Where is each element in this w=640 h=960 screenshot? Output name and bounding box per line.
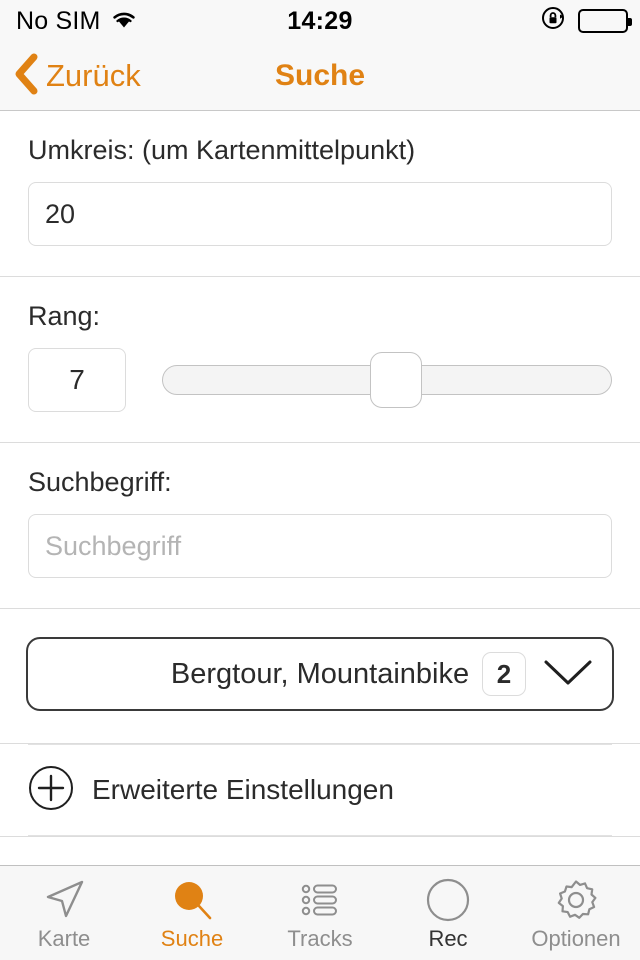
settings-form: Umkreis: (um Kartenmittelpunkt) Rang: 7 … [0, 111, 640, 865]
section-advanced: Erweiterte Einstellungen [0, 744, 640, 837]
tab-tracks[interactable]: Tracks [256, 866, 384, 960]
category-dropdown-accessories: 2 [482, 652, 594, 696]
status-bar: No SIM 14:29 [0, 0, 640, 42]
chevron-down-icon [542, 656, 594, 693]
tab-optionen[interactable]: Optionen [512, 866, 640, 960]
app-root: No SIM 14:29 Zurück Suche Umkreis: (um K… [0, 0, 640, 960]
category-dropdown[interactable]: Bergtour, Mountainbike 2 [26, 637, 614, 711]
rotation-lock-icon [540, 5, 566, 38]
gear-icon [552, 876, 600, 924]
section-umkreis: Umkreis: (um Kartenmittelpunkt) [0, 111, 640, 277]
section-rang: Rang: 7 [0, 277, 640, 443]
status-bar-right [540, 5, 632, 38]
advanced-settings-row[interactable]: Erweiterte Einstellungen [28, 744, 612, 836]
page-title: Suche [274, 59, 366, 92]
tab-karte-label: Karte [37, 926, 91, 951]
navigation-arrow-icon [40, 876, 88, 924]
section-suchbegriff: Suchbegriff: [0, 443, 640, 609]
list-icon [296, 876, 344, 924]
battery-full-icon [578, 9, 632, 33]
category-count-badge: 2 [482, 652, 526, 696]
rang-row: 7 [28, 348, 612, 412]
tab-rec[interactable]: Rec [384, 866, 512, 960]
advanced-settings-label: Erweiterte Einstellungen [92, 774, 394, 805]
tab-suche-label: Suche [160, 926, 224, 951]
umkreis-label: Umkreis: (um Kartenmittelpunkt) [28, 135, 416, 165]
tab-optionen-label: Optionen [531, 926, 621, 951]
plus-circle-icon [28, 765, 74, 816]
navigation-bar: Zurück Suche [0, 42, 640, 111]
tab-tracks-label: Tracks [287, 926, 353, 951]
rang-value-field[interactable]: 7 [28, 348, 126, 412]
suchbegriff-input[interactable] [28, 514, 612, 578]
tab-suche[interactable]: Suche [128, 866, 256, 960]
section-category: Bergtour, Mountainbike 2 [0, 609, 640, 744]
search-icon [168, 876, 216, 924]
rang-slider[interactable] [162, 352, 612, 408]
rang-label: Rang: [28, 301, 101, 331]
slider-thumb[interactable] [370, 352, 422, 408]
umkreis-input[interactable] [28, 182, 612, 246]
tab-rec-label: Rec [428, 926, 468, 951]
category-dropdown-label: Bergtour, Mountainbike [170, 657, 470, 690]
record-circle-icon [424, 876, 472, 924]
suchbegriff-label: Suchbegriff: [28, 467, 172, 497]
tab-bar: Karte Suche Tracks Rec Optionen [0, 865, 640, 960]
tab-karte[interactable]: Karte [0, 866, 128, 960]
